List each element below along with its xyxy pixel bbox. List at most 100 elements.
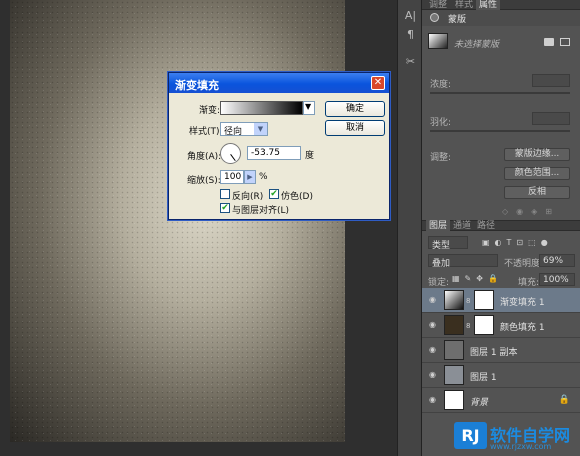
density-field[interactable] xyxy=(532,74,570,87)
mask-thumbnail[interactable] xyxy=(428,33,448,49)
chevron-down-icon: ▼ xyxy=(254,123,267,135)
style-label: 样式(T): xyxy=(189,127,223,137)
align-label: 与图层对齐(L) xyxy=(232,206,290,216)
dither-label: 仿色(D) xyxy=(281,192,313,202)
mask-row: 未选择蒙版 xyxy=(422,30,580,60)
vector-mask-icon[interactable] xyxy=(560,38,570,46)
properties-tabbar: 调整 样式 属性 xyxy=(422,0,580,10)
layer-mask-thumbnail[interactable] xyxy=(474,315,494,335)
layer-row[interactable]: ◉ 背景 🔒 xyxy=(422,388,580,413)
blend-mode-select[interactable]: 叠加 xyxy=(428,254,498,269)
visibility-eye-icon[interactable]: ◉ xyxy=(429,371,438,379)
tab-layers[interactable]: 图层 xyxy=(426,218,451,231)
layer-filter-icons[interactable]: ▣◐T⊡⬚● xyxy=(482,238,572,248)
layers-panel: 图层 通道 路径 类型 ▣◐T⊡⬚● 叠加 不透明度: 69% 锁定: ▦✎✥🔒… xyxy=(422,218,580,456)
close-icon[interactable]: ✕ xyxy=(371,76,385,90)
angle-input[interactable]: -53.75 xyxy=(247,146,301,160)
fill-field[interactable]: 100% xyxy=(539,273,575,286)
invert-button[interactable]: 反相 xyxy=(504,186,570,199)
pixel-mask-icon[interactable] xyxy=(544,38,554,46)
layer-row[interactable]: ◉ 8 渐变填充 1 xyxy=(422,288,580,313)
mask-label: 未选择蒙版 xyxy=(454,40,500,50)
panel-tool-strip: A| ¶ ✂ xyxy=(397,0,422,456)
layers-tabbar: 图层 通道 路径 xyxy=(422,218,580,231)
chevron-down-icon: ▼ xyxy=(305,102,312,111)
canvas-area[interactable] xyxy=(0,0,397,456)
density-slider[interactable] xyxy=(430,92,570,94)
dialog-titlebar[interactable]: 渐变填充 ✕ xyxy=(169,73,389,93)
scale-label: 缩放(S): xyxy=(187,176,221,186)
opacity-field[interactable]: 69% xyxy=(539,254,575,267)
angle-unit: 度 xyxy=(305,151,315,161)
lock-label: 锁定: xyxy=(428,278,450,288)
color-fill-thumbnail xyxy=(444,315,464,335)
site-watermark: RJ 软件自学网 www.rjzxw.com xyxy=(454,422,580,456)
tab-properties[interactable]: 属性 xyxy=(476,0,501,10)
layer-name: 渐变填充 1 xyxy=(500,298,545,308)
scale-unit: % xyxy=(259,172,268,182)
tab-adjustments[interactable]: 调整 xyxy=(426,0,450,10)
link-icon[interactable]: 8 xyxy=(466,297,470,305)
ok-button[interactable]: 确定 xyxy=(325,101,385,117)
fill-label: 填充: xyxy=(518,278,540,288)
document-canvas[interactable] xyxy=(10,0,345,442)
angle-label: 角度(A): xyxy=(187,152,222,162)
lock-icons[interactable]: ▦✎✥🔒 xyxy=(452,274,512,284)
opacity-value: 69% xyxy=(543,256,564,266)
style-select[interactable]: 径向 ▼ xyxy=(220,122,268,137)
character-icon[interactable]: A| xyxy=(403,8,418,23)
opacity-label: 不透明度: xyxy=(504,259,544,269)
layer-name: 图层 1 副本 xyxy=(470,348,518,358)
tab-paths[interactable]: 路径 xyxy=(474,218,498,231)
lock-icon: 🔒 xyxy=(558,395,570,405)
visibility-eye-icon[interactable]: ◉ xyxy=(429,346,438,354)
angle-dial[interactable] xyxy=(220,143,241,164)
mask-icon xyxy=(430,13,439,22)
texture-overlay xyxy=(10,0,345,442)
dialog-title: 渐变填充 xyxy=(175,79,219,92)
layer-name: 背景 xyxy=(470,398,489,408)
scale-input[interactable]: 100 xyxy=(220,170,244,184)
fill-value: 100% xyxy=(543,275,569,285)
watermark-url: www.rjzxw.com xyxy=(490,442,552,451)
layer-row[interactable]: ◉ 图层 1 xyxy=(422,363,580,388)
layer-row[interactable]: ◉ 8 颜色填充 1 xyxy=(422,313,580,338)
reverse-checkbox[interactable] xyxy=(220,189,230,199)
link-icon[interactable]: 8 xyxy=(466,322,470,330)
angle-needle xyxy=(230,154,236,162)
right-panel-dock: 调整 样式 属性 蒙版 未选择蒙版 浓度: 羽化: 调整: 蒙版边缘... 颜色… xyxy=(422,0,580,456)
color-range-button[interactable]: 颜色范围... xyxy=(504,167,570,180)
layer-name: 颜色填充 1 xyxy=(500,323,545,333)
watermark-logo: RJ xyxy=(454,422,487,449)
cancel-button[interactable]: 取消 xyxy=(325,120,385,136)
layer-thumbnail xyxy=(444,340,464,360)
gradient-dropdown[interactable]: ▼ xyxy=(303,101,315,115)
tab-styles[interactable]: 样式 xyxy=(452,0,476,10)
tab-channels[interactable]: 通道 xyxy=(450,218,474,231)
layer-thumbnail xyxy=(444,365,464,385)
mask-edge-button[interactable]: 蒙版边缘... xyxy=(504,148,570,161)
layer-name: 图层 1 xyxy=(470,373,497,383)
tool-presets-icon[interactable]: ✂ xyxy=(403,54,418,69)
gradient-label: 渐变: xyxy=(199,106,221,116)
visibility-eye-icon[interactable]: ◉ xyxy=(429,396,438,404)
feather-field[interactable] xyxy=(532,112,570,125)
layer-row[interactable]: ◉ 图层 1 副本 xyxy=(422,338,580,363)
visibility-eye-icon[interactable]: ◉ xyxy=(429,321,438,329)
visibility-eye-icon[interactable]: ◉ xyxy=(429,296,438,304)
dither-checkbox[interactable]: ✔ xyxy=(269,189,279,199)
layer-filter-select[interactable]: 类型 xyxy=(428,236,468,251)
feather-label: 羽化: xyxy=(430,118,452,128)
gradient-preview[interactable] xyxy=(220,101,303,115)
layer-mask-thumbnail[interactable] xyxy=(474,290,494,310)
scale-slider-button[interactable]: ▶ xyxy=(244,170,256,184)
blend-mode-value: 叠加 xyxy=(432,259,451,269)
align-checkbox[interactable]: ✔ xyxy=(220,203,230,213)
properties-footer-icons: ◇◉◈⊞ xyxy=(502,207,560,216)
paragraph-icon[interactable]: ¶ xyxy=(403,27,418,42)
gradient-fill-dialog: 渐变填充 ✕ 渐变: ▼ 样式(T): 径向 ▼ 角度(A): -53.75 度… xyxy=(168,72,390,220)
gradient-fill-thumbnail xyxy=(444,290,464,310)
properties-title: 蒙版 xyxy=(448,15,467,25)
feather-slider[interactable] xyxy=(430,130,570,132)
layer-filter-value: 类型 xyxy=(432,241,451,251)
